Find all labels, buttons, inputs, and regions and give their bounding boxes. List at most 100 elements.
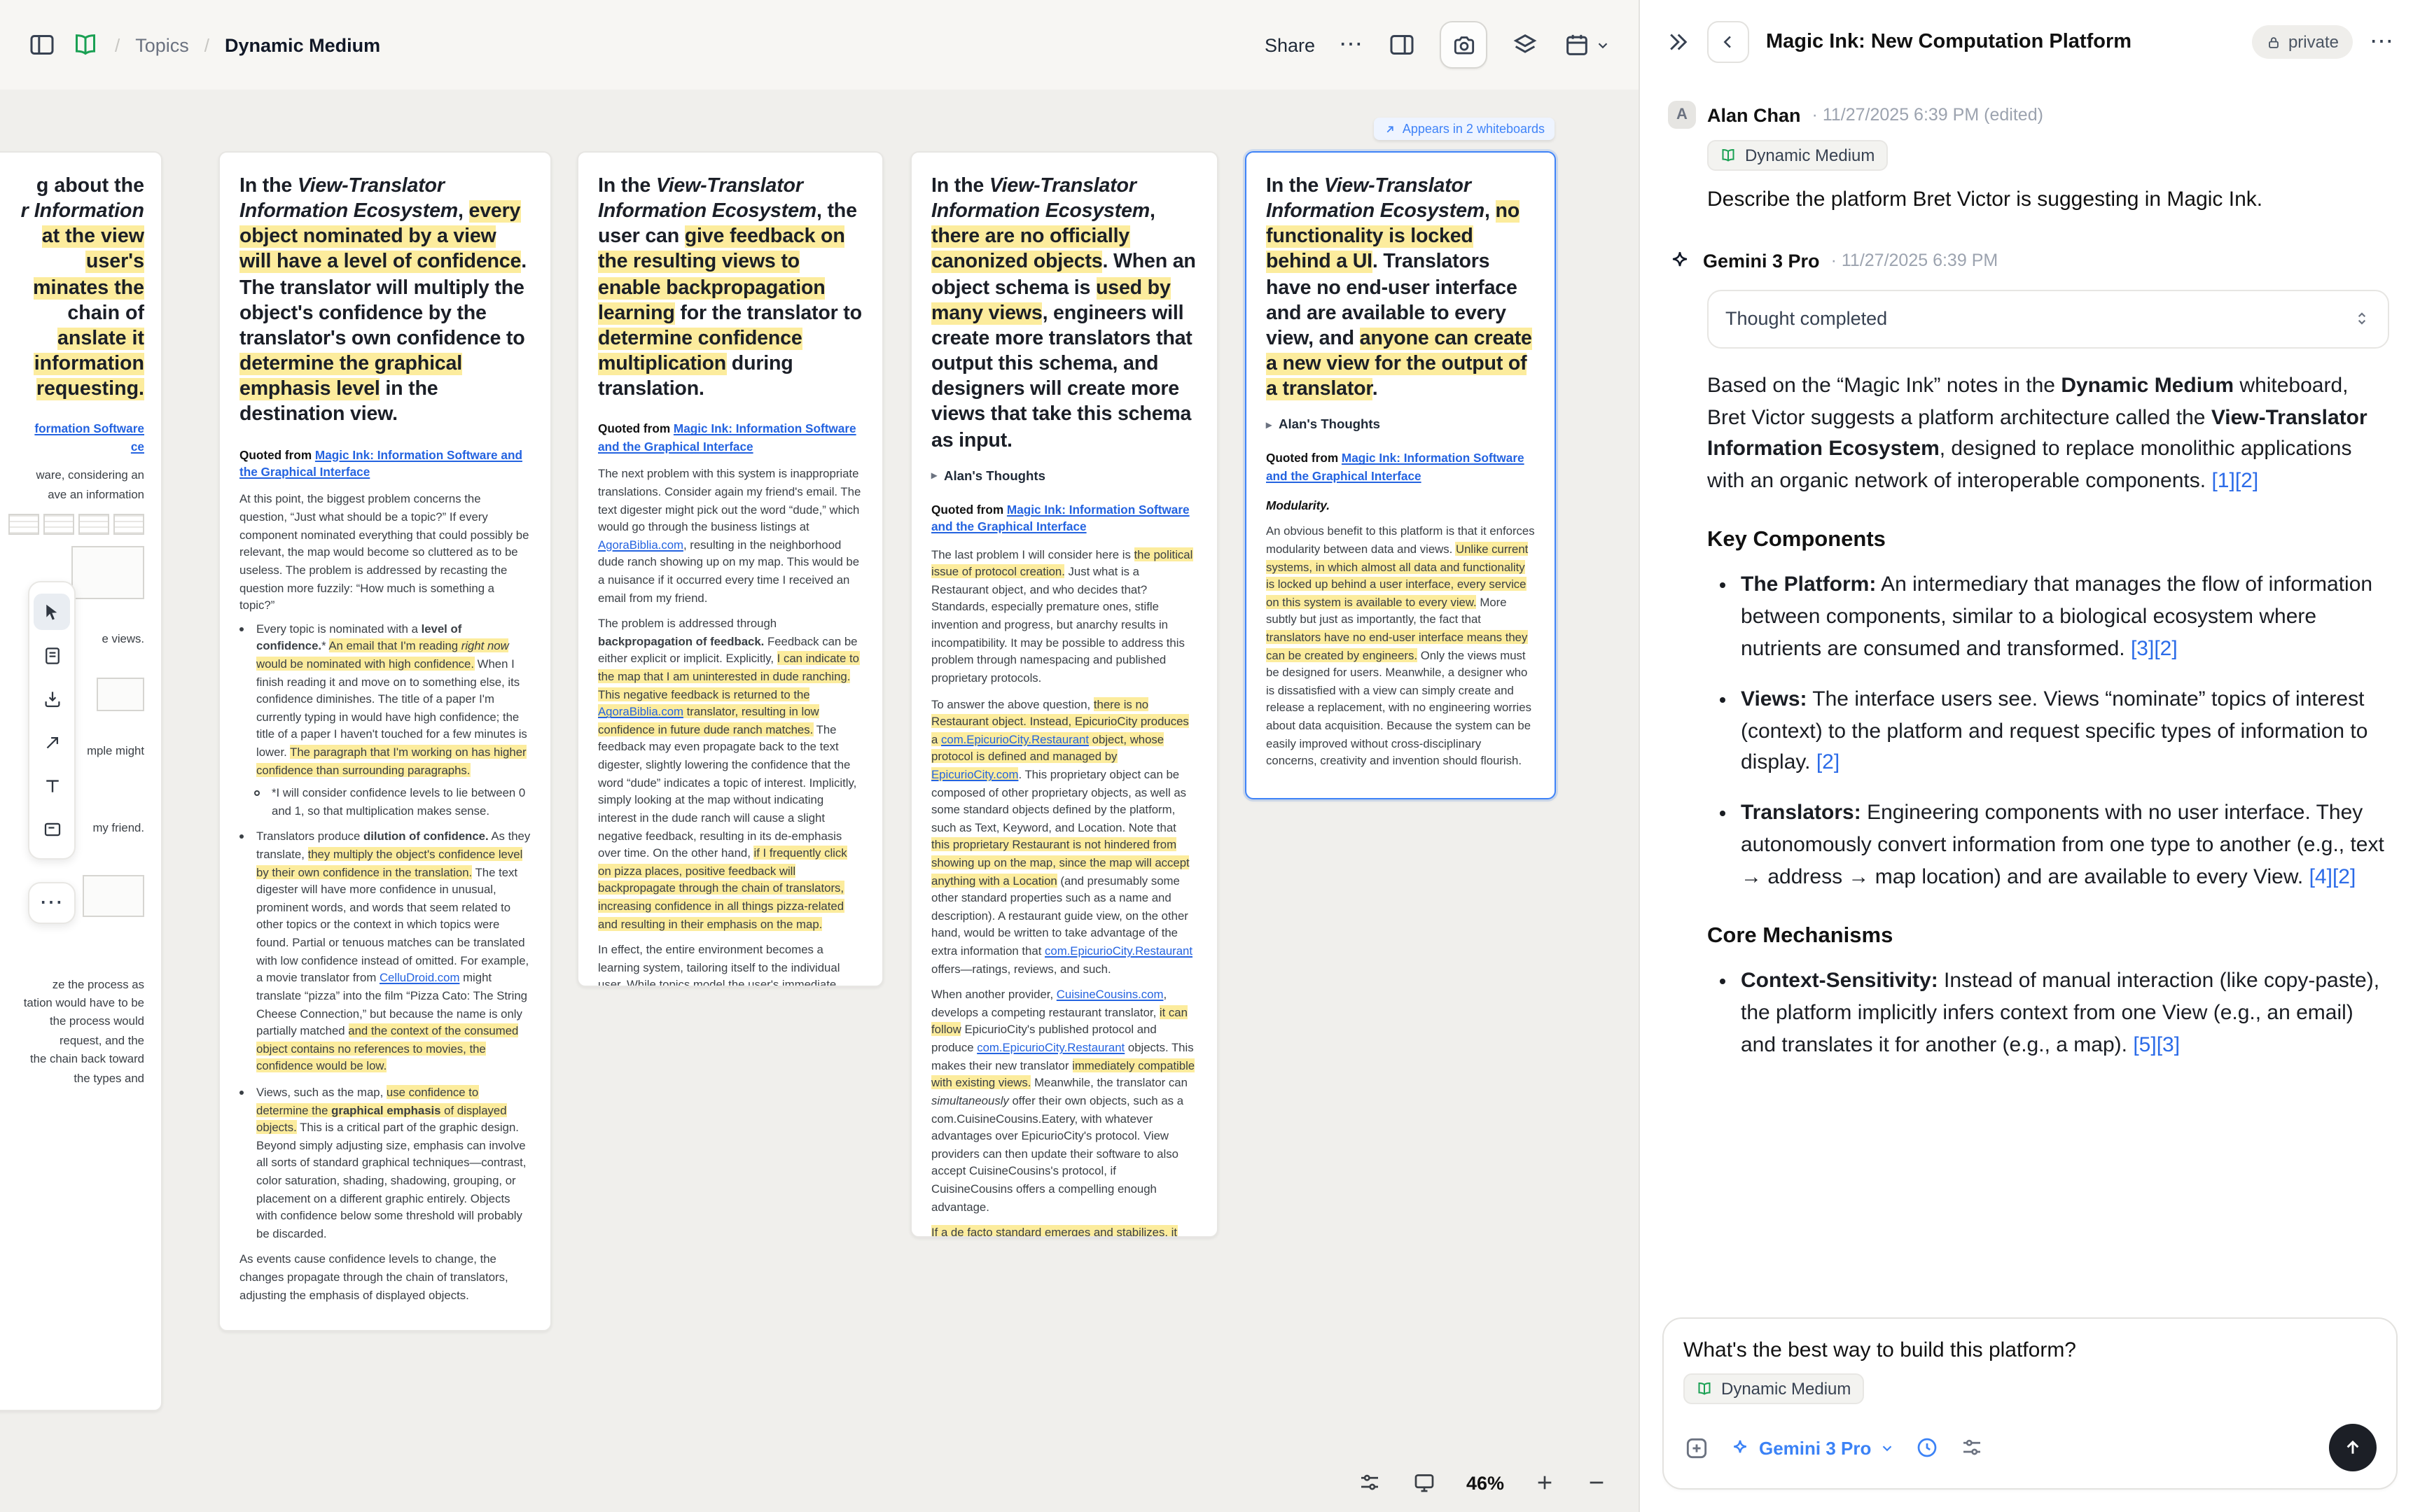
- bullet-item: Translators: Engineering components with…: [1741, 799, 2389, 895]
- app-window: / Topics / Dynamic Medium Share ⋯: [0, 0, 2420, 1512]
- thoughts-disclosure[interactable]: ▸ Alan's Thoughts: [1266, 418, 1535, 432]
- section-heading: Key Components: [1707, 524, 2389, 556]
- message-header: A Alan Chan · 11/27/2025 6:39 PM (edited…: [1668, 101, 2389, 129]
- more-menu-icon[interactable]: ⋯: [1339, 31, 1364, 59]
- more-tools-button[interactable]: ⋯: [28, 882, 76, 924]
- layers-icon[interactable]: [1511, 31, 1539, 59]
- settings-sliders-icon[interactable]: [1959, 1435, 1984, 1460]
- note-tool-icon[interactable]: [34, 637, 70, 673]
- chevron-down-icon: [1595, 37, 1611, 52]
- card-title: g about ther Informationat the viewuser'…: [0, 174, 144, 402]
- quoted-from-label: Quoted from: [931, 502, 1003, 516]
- title-line: chain of: [0, 301, 144, 326]
- composer-controls: Gemini 3 Pro: [1683, 1424, 2377, 1471]
- snapshot-icon: [1450, 31, 1477, 58]
- fit-view-icon[interactable]: [1412, 1470, 1437, 1495]
- select-tool-icon[interactable]: [34, 594, 70, 630]
- capture-button[interactable]: [1440, 21, 1487, 69]
- answer-section: Core Mechanisms Context-Sensitivity: Ins…: [1707, 919, 2389, 1062]
- breadcrumb-topics[interactable]: Topics: [135, 34, 189, 55]
- history-icon[interactable]: [1914, 1435, 1940, 1460]
- title-line: anslate it: [0, 326, 144, 351]
- sidebar-toggle-icon[interactable]: [28, 31, 56, 59]
- card-tool-icon[interactable]: [34, 811, 70, 847]
- text-tool-icon[interactable]: [34, 767, 70, 804]
- share-button[interactable]: Share: [1265, 34, 1315, 55]
- zoom-level[interactable]: 46%: [1466, 1472, 1504, 1493]
- back-button[interactable]: [1707, 21, 1749, 63]
- chevron-down-icon: [1879, 1440, 1895, 1455]
- header-actions: Share ⋯: [1265, 21, 1611, 69]
- quoted-from-label: Quoted from: [598, 422, 670, 436]
- attach-icon[interactable]: [1683, 1434, 1710, 1461]
- thought-status-label: Thought completed: [1725, 309, 1887, 330]
- footnote: *I will consider confidence levels to li…: [272, 784, 531, 819]
- whiteboard-canvas[interactable]: g about ther Informationat the viewuser'…: [0, 90, 1639, 1512]
- message-composer[interactable]: What's the best way to build this platfo…: [1662, 1317, 2398, 1490]
- page-thumbnail: [113, 514, 144, 535]
- zoom-out-icon[interactable]: [1585, 1471, 1608, 1494]
- thought-status[interactable]: Thought completed: [1707, 290, 2389, 349]
- title-line: requesting.: [0, 377, 144, 402]
- quoted-from: Quoted from Magic Ink: Information Softw…: [239, 446, 531, 481]
- import-tool-icon[interactable]: [34, 680, 70, 717]
- panel-right-icon[interactable]: [1388, 31, 1416, 59]
- card-body: The last problem I will consider here is…: [931, 545, 1197, 1238]
- message-body: Dynamic Medium Describe the platform Bre…: [1707, 129, 2389, 216]
- text-fragment: request, and the: [0, 1032, 144, 1051]
- whiteboard-app-icon[interactable]: [71, 31, 99, 59]
- note-card-clipped[interactable]: g about ther Informationat the viewuser'…: [0, 151, 162, 1411]
- model-selector[interactable]: Gemini 3 Pro: [1730, 1437, 1895, 1458]
- author-name: Alan Chan: [1707, 104, 1801, 125]
- note-card-modularity[interactable]: In the View-Translator Information Ecosy…: [1245, 151, 1556, 799]
- card-title: In the View-Translator Information Ecosy…: [1266, 174, 1535, 402]
- calendar-icon: [1563, 31, 1591, 59]
- arrow-tool-icon[interactable]: [34, 724, 70, 760]
- thoughts-label: Alan's Thoughts: [944, 468, 1045, 482]
- bullet-list: Context-Sensitivity: Instead of manual i…: [1707, 966, 2389, 1062]
- card-title: In the View-Translator Information Ecosy…: [931, 174, 1197, 453]
- paragraph: The problem is addressed through backpro…: [598, 615, 863, 932]
- disclosure-triangle-icon: ▸: [931, 469, 937, 482]
- chat-menu-icon[interactable]: ⋯: [2370, 28, 2395, 56]
- figure-thumbnails: [0, 514, 144, 535]
- title-line: r Information: [0, 199, 144, 224]
- text-fragment: ze the process as: [0, 975, 144, 994]
- appears-in-whiteboards-tooltip[interactable]: Appears in 2 whiteboards: [1375, 118, 1555, 140]
- breadcrumb-separator: /: [204, 34, 209, 55]
- timestamp: 11/27/2025 6:39 PM: [1823, 105, 1979, 125]
- source-link-fragment[interactable]: formation Software: [0, 421, 144, 438]
- chat-messages[interactable]: A Alan Chan · 11/27/2025 6:39 PM (edited…: [1640, 84, 2420, 1301]
- avatar: A: [1668, 101, 1696, 129]
- title-line: at the view: [0, 225, 144, 250]
- context-chip[interactable]: Dynamic Medium: [1683, 1373, 1863, 1404]
- card-subheading: Modularity.: [1266, 499, 1535, 513]
- breadcrumb-current[interactable]: Dynamic Medium: [225, 34, 380, 55]
- assistant-answer: Based on the “Magic Ink” notes in the Dy…: [1707, 371, 2389, 1063]
- figure-sketch: [83, 874, 144, 916]
- collapse-panel-icon[interactable]: [1665, 29, 1690, 55]
- context-chip[interactable]: Dynamic Medium: [1707, 140, 1887, 171]
- card-title: In the View-Translator Information Ecosy…: [239, 174, 531, 428]
- note-card-confidence[interactable]: In the View-Translator Information Ecosy…: [218, 151, 552, 1331]
- source-link-fragment[interactable]: ce: [0, 438, 144, 456]
- send-button[interactable]: [2329, 1424, 2377, 1471]
- title-line: user's: [0, 250, 144, 275]
- quoted-from-label: Quoted from: [1266, 451, 1338, 465]
- note-card-canonization[interactable]: In the View-Translator Information Ecosy…: [910, 151, 1218, 1238]
- privacy-badge[interactable]: private: [2252, 25, 2353, 59]
- text-fragment: the chain back toward: [0, 1051, 144, 1070]
- canvas-zoom-bar: 46%: [1357, 1470, 1608, 1495]
- composer-input[interactable]: What's the best way to build this platfo…: [1683, 1338, 2377, 1362]
- filters-icon[interactable]: [1357, 1470, 1382, 1495]
- quoted-from[interactable]: formation Softwarece: [0, 421, 144, 456]
- model-label: Gemini 3 Pro: [1759, 1437, 1871, 1458]
- paragraph: An obvious benefit to this platform is t…: [1266, 523, 1535, 770]
- zoom-in-icon[interactable]: [1534, 1471, 1556, 1494]
- card-body: At this point, the biggest problem conce…: [239, 491, 531, 1304]
- thoughts-disclosure[interactable]: ▸ Alan's Thoughts: [931, 468, 1197, 482]
- calendar-button[interactable]: [1563, 31, 1611, 59]
- whiteboard-workspace: / Topics / Dynamic Medium Share ⋯: [0, 0, 1640, 1512]
- text-fragment: the process would: [0, 1013, 144, 1032]
- note-card-feedback[interactable]: In the View-Translator Information Ecosy…: [577, 151, 884, 987]
